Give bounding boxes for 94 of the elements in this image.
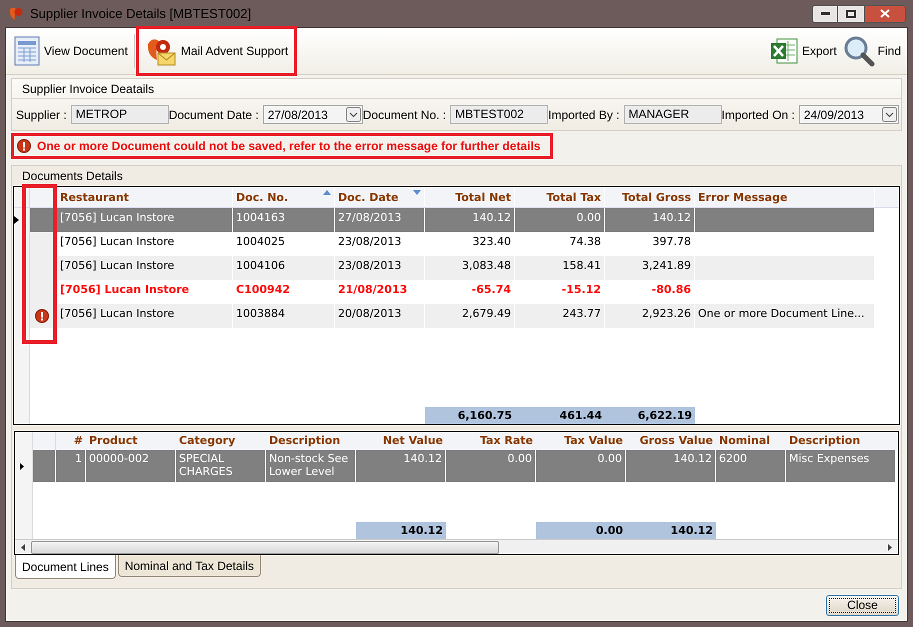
total-cell: 461.44 bbox=[515, 407, 605, 424]
search-icon bbox=[842, 35, 875, 67]
table-cell: 2,679.49 bbox=[425, 304, 515, 328]
input-field[interactable]: MBTEST002 bbox=[450, 105, 548, 124]
table-cell: 0.00 bbox=[446, 450, 536, 482]
maximize-button[interactable] bbox=[838, 4, 864, 22]
table-cell: 23/08/2013 bbox=[335, 256, 425, 280]
tab[interactable]: Nominal and Tax Details bbox=[118, 555, 261, 577]
table-cell: [7056] Lucan Instore bbox=[54, 256, 233, 280]
table-cell: 0.00 bbox=[515, 208, 605, 232]
table-row[interactable]: [7056] Lucan Instore 1004163 27/08/2013 140.12 0.00 140.12 bbox=[14, 208, 899, 232]
table-cell: 140.12 bbox=[626, 450, 716, 482]
table-cell: 1004163 bbox=[233, 208, 335, 232]
table-row[interactable]: [7056] Lucan Instore 1004106 23/08/2013 3,083.48 158.41 3,241.89 bbox=[14, 256, 899, 280]
table-cell: One or more Document Line... bbox=[695, 304, 875, 328]
horizontal-scrollbar[interactable] bbox=[15, 539, 898, 554]
field-label: Document Date : bbox=[168, 106, 259, 124]
table-row[interactable]: 1 00000-002 SPECIAL CHARGES Non-stock See Lower Level 140.12 0.00 0.00 140.12 6200 Misc Expenses bbox=[15, 450, 898, 482]
total-cell: 140.12 bbox=[626, 522, 716, 539]
table-cell: 1003884 bbox=[233, 304, 335, 328]
table-cell: 243.77 bbox=[515, 304, 605, 328]
toolbar-button[interactable]: View Document bbox=[12, 29, 130, 73]
input-field[interactable]: MANAGER bbox=[624, 105, 722, 124]
table-cell: [7056] Lucan Instore bbox=[54, 208, 233, 232]
table-cell: 0.00 bbox=[536, 450, 626, 482]
table-cell: 27/08/2013 bbox=[335, 208, 425, 232]
table-cell: 158.41 bbox=[515, 256, 605, 280]
table-cell: 140.12 bbox=[425, 208, 515, 232]
date-dropdown[interactable]: 24/09/2013 bbox=[798, 105, 899, 124]
table-cell: 140.12 bbox=[356, 450, 446, 482]
toolbar-button[interactable]: Mail Advent Support bbox=[138, 29, 294, 73]
error-message: One or more Document could not be saved, refer to the error message for further details bbox=[37, 138, 540, 155]
table-cell: Non-stock See Lower Level bbox=[266, 450, 356, 482]
field-label: Supplier : bbox=[16, 106, 67, 124]
table-cell: 1 bbox=[56, 450, 86, 482]
table-cell: 6200 bbox=[716, 450, 786, 482]
total-cell: 140.12 bbox=[356, 522, 446, 539]
close-icon bbox=[880, 9, 890, 18]
minimize-button[interactable] bbox=[812, 4, 838, 22]
table-cell: 3,083.48 bbox=[425, 256, 515, 280]
table-cell: [7056] Lucan Instore bbox=[54, 304, 233, 328]
table-cell: 3,241.89 bbox=[605, 256, 695, 280]
app-logo-icon bbox=[8, 6, 24, 22]
alert-icon bbox=[17, 139, 31, 153]
window-title: Supplier Invoice Details [MBTEST002] bbox=[30, 4, 252, 23]
column-header[interactable]: Total Net bbox=[425, 187, 515, 207]
column-header[interactable]: Gross Value bbox=[626, 432, 716, 450]
toolbar-button[interactable]: Find bbox=[842, 35, 901, 67]
table-cell: 00000-002 bbox=[86, 450, 176, 482]
section-title: Supplier Invoice Deatails bbox=[12, 79, 901, 99]
column-header[interactable]: Total Tax bbox=[515, 187, 605, 207]
scroll-thumb[interactable] bbox=[31, 540, 500, 554]
document-icon bbox=[14, 36, 40, 66]
total-cell: 0.00 bbox=[536, 522, 626, 539]
table-cell: 1004106 bbox=[233, 256, 335, 280]
field-label: Document No. : bbox=[362, 106, 446, 124]
alert-icon bbox=[34, 309, 48, 323]
column-header[interactable]: Error Message bbox=[695, 187, 875, 207]
maximize-icon bbox=[846, 10, 856, 18]
section-title: Documents Details bbox=[21, 168, 124, 185]
column-header[interactable]: Description bbox=[266, 432, 356, 450]
column-header[interactable]: Doc. Date bbox=[335, 187, 425, 207]
column-header[interactable]: Tax Value bbox=[536, 432, 626, 450]
column-header[interactable]: Product bbox=[86, 432, 176, 450]
table-cell: Misc Expenses bbox=[786, 450, 896, 482]
column-header[interactable]: Net Value bbox=[356, 432, 446, 450]
date-dropdown[interactable]: 27/08/2013 bbox=[262, 105, 363, 124]
tab[interactable]: Document Lines bbox=[15, 555, 116, 579]
table-cell: 20/08/2013 bbox=[335, 304, 425, 328]
toolbar-button[interactable]: Export bbox=[768, 36, 837, 66]
table-row[interactable]: [7056] Lucan Instore 1003884 20/08/2013 2,679.49 243.77 2,923.26 One or more Document Line... bbox=[14, 304, 899, 328]
table-cell: 2,923.26 bbox=[605, 304, 695, 328]
close-button[interactable] bbox=[864, 4, 906, 22]
column-header[interactable]: Total Gross bbox=[605, 187, 695, 207]
total-cell: 6,160.75 bbox=[425, 407, 515, 424]
column-header[interactable]: Category bbox=[176, 432, 266, 450]
column-header[interactable]: Description bbox=[786, 432, 896, 450]
input-field[interactable]: METROP bbox=[70, 105, 169, 124]
table-row[interactable]: [7056] Lucan Instore 1004025 23/08/2013 323.40 74.38 397.78 bbox=[14, 232, 899, 256]
column-header[interactable]: Nominal bbox=[716, 432, 786, 450]
column-header[interactable]: Doc. No. bbox=[233, 187, 335, 207]
total-cell: 6,622.19 bbox=[605, 407, 695, 424]
close-dialog-button[interactable]: Close bbox=[826, 594, 899, 616]
minimize-icon bbox=[820, 12, 830, 15]
spreadsheet-icon bbox=[768, 36, 799, 66]
current-row-icon bbox=[20, 462, 24, 470]
column-header[interactable]: # bbox=[56, 432, 86, 450]
column-header[interactable]: Restaurant bbox=[54, 187, 233, 207]
table-row[interactable]: [7056] Lucan Instore C100942 21/08/2013 -65.74 -15.12 -80.86 bbox=[14, 280, 899, 304]
field-label: Imported On : bbox=[722, 106, 795, 124]
column-header[interactable]: Tax Rate bbox=[446, 432, 536, 450]
table-cell: 140.12 bbox=[605, 208, 695, 232]
table-cell: SPECIAL CHARGES bbox=[176, 450, 266, 482]
field-label: Imported By : bbox=[548, 106, 620, 124]
